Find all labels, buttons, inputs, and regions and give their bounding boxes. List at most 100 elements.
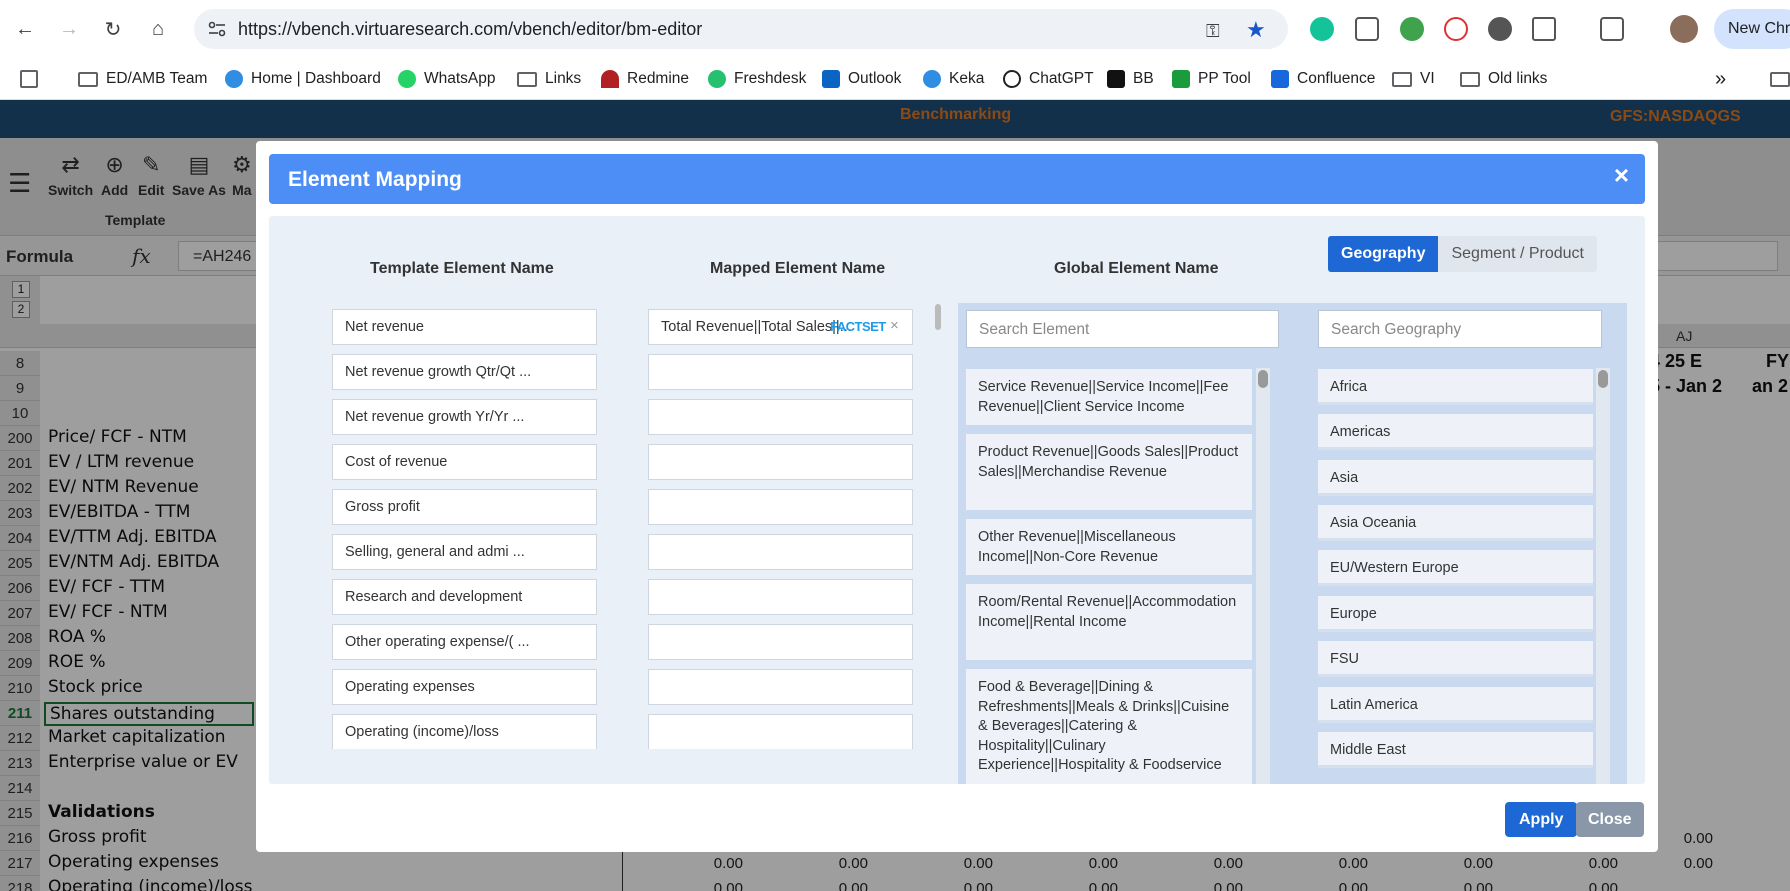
extension-icon[interactable] (1400, 17, 1424, 41)
global-element-item[interactable]: Service Revenue||Service Income||Fee Rev… (966, 369, 1252, 425)
tab-segment-product[interactable]: Segment / Product (1438, 236, 1597, 272)
downloads-icon[interactable] (1600, 17, 1624, 41)
key-icon[interactable]: ⚿ (1206, 21, 1220, 42)
global-element-item[interactable]: Food & Beverage||Dining & Refreshments||… (966, 669, 1252, 784)
close-icon[interactable]: × (1614, 160, 1629, 191)
template-element[interactable]: Net revenue (332, 309, 597, 345)
bookmark-old-links[interactable]: Old links (1460, 66, 1547, 92)
bookmark-label: Keka (949, 70, 985, 87)
forward-icon[interactable]: → (54, 14, 84, 44)
geography-item[interactable]: Asia Oceania (1318, 505, 1593, 541)
bookmark-label: WhatsApp (424, 70, 496, 87)
bookmark-confluence[interactable]: Confluence (1271, 66, 1375, 92)
geography-item[interactable]: Europe (1318, 596, 1593, 632)
mapped-element-drop[interactable] (648, 624, 913, 660)
mapped-element-drop[interactable] (648, 714, 913, 749)
bookmark-vi[interactable]: VI (1392, 66, 1435, 92)
geography-item[interactable]: Middle East (1318, 732, 1593, 768)
template-element[interactable]: Gross profit (332, 489, 597, 525)
apply-button[interactable]: Apply (1505, 802, 1578, 837)
bookmark-label: Links (545, 70, 582, 87)
more-bookmarks-icon[interactable]: » (1715, 66, 1726, 92)
bookmark-whatsapp[interactable]: WhatsApp (398, 66, 496, 92)
bookmark-ed-amb-team[interactable]: ED/AMB Team (78, 66, 207, 92)
bookmarks-bar: ED/AMB Team Home | Dashboard WhatsApp Li… (0, 58, 1790, 100)
scroll-thumb[interactable] (1258, 370, 1268, 388)
bookmark-label: Redmine (627, 70, 690, 87)
folder-icon (78, 71, 98, 87)
mapped-column-header: Mapped Element Name (710, 260, 886, 277)
bookmark-bb[interactable]: BB (1107, 66, 1154, 92)
mapped-element-drop[interactable] (648, 579, 913, 615)
address-bar[interactable]: https://vbench.virtuaresearch.com/vbench… (194, 9, 1288, 49)
extension-icon[interactable] (1488, 17, 1512, 41)
template-element[interactable]: Research and development (332, 579, 597, 615)
tab-geography[interactable]: Geography (1328, 236, 1439, 272)
bookmark-redmine[interactable]: Redmine (601, 66, 689, 92)
apps-icon[interactable] (20, 66, 38, 92)
mapped-element-list[interactable]: Total Revenue||Total Sales||... FACTSET … (648, 309, 933, 749)
mapped-element-drop[interactable] (648, 534, 913, 570)
remove-mapping-icon[interactable]: × (890, 317, 899, 334)
element-mapping-dialog: Element Mapping × Template Element Name … (256, 141, 1658, 852)
mapped-element-drop[interactable] (648, 444, 913, 480)
global-element-item[interactable]: Room/Rental Revenue||Accommodation Incom… (966, 584, 1252, 660)
extension-icon[interactable] (1355, 17, 1379, 41)
grammarly-icon[interactable] (1310, 17, 1334, 41)
bookmark-freshdesk[interactable]: Freshdesk (708, 66, 806, 92)
mapped-element-drop[interactable] (648, 489, 913, 525)
global-element-list[interactable]: Service Revenue||Service Income||Fee Rev… (966, 369, 1252, 784)
geography-item[interactable]: Americas (1318, 414, 1593, 450)
template-element[interactable]: Other operating expense/( ... (332, 624, 597, 660)
back-icon[interactable]: ← (10, 14, 40, 44)
global-element-item[interactable]: Product Revenue||Goods Sales||Product Sa… (966, 434, 1252, 510)
redmine-icon (601, 70, 619, 88)
template-element[interactable]: Cost of revenue (332, 444, 597, 480)
mapped-list-scrollbar[interactable] (935, 304, 941, 330)
mapped-element-drop[interactable] (648, 399, 913, 435)
global-element-item[interactable]: Other Revenue||Miscellaneous Income||Non… (966, 519, 1252, 575)
bookmark-home-dashboard[interactable]: Home | Dashboard (225, 66, 381, 92)
geography-item[interactable]: EU/Western Europe (1318, 550, 1593, 586)
bookmark-pp-tool[interactable]: PP Tool (1172, 66, 1251, 92)
scroll-thumb[interactable] (1598, 370, 1608, 388)
confluence-icon (1271, 70, 1289, 88)
geography-item[interactable]: Asia (1318, 460, 1593, 496)
url-text[interactable]: https://vbench.virtuaresearch.com/vbench… (238, 19, 702, 40)
mapped-element-drop[interactable] (648, 354, 913, 390)
bookmark-keka[interactable]: Keka (923, 66, 984, 92)
folder-icon (1460, 71, 1480, 87)
geography-item[interactable]: FSU (1318, 641, 1593, 677)
bookmark-label: PP Tool (1198, 70, 1251, 87)
all-bookmarks-icon[interactable] (1770, 66, 1790, 92)
bookmark-outlook[interactable]: Outlook (822, 66, 901, 92)
geography-item[interactable]: Africa (1318, 369, 1593, 405)
avatar[interactable] (1670, 15, 1698, 43)
record-icon[interactable] (1444, 17, 1468, 41)
bookmark-chatgpt[interactable]: ChatGPT (1003, 66, 1094, 92)
geography-list[interactable]: Africa Americas Asia Asia Oceania EU/Wes… (1318, 369, 1594, 784)
site-settings-icon[interactable] (208, 21, 226, 37)
global-list-scrollbar[interactable] (1256, 368, 1270, 784)
template-element[interactable]: Operating expenses (332, 669, 597, 705)
geography-list-scrollbar[interactable] (1596, 368, 1610, 784)
search-element-input[interactable]: Search Element (966, 310, 1279, 348)
template-element[interactable]: Net revenue growth Yr/Yr ... (332, 399, 597, 435)
template-element-list[interactable]: Net revenue Net revenue growth Qtr/Qt ..… (332, 309, 602, 749)
geography-item[interactable]: Latin America (1318, 687, 1593, 723)
new-chrome-button[interactable]: New Chro (1714, 9, 1790, 49)
close-button[interactable]: Close (1576, 802, 1644, 837)
search-geography-input[interactable]: Search Geography (1318, 310, 1602, 348)
tab-group: Geography Segment / Product (1328, 236, 1597, 272)
template-element[interactable]: Net revenue growth Qtr/Qt ... (332, 354, 597, 390)
mapped-element-drop[interactable] (648, 669, 913, 705)
template-element[interactable]: Operating (income)/loss (332, 714, 597, 749)
reload-icon[interactable]: ↻ (98, 14, 128, 44)
whatsapp-icon (398, 70, 416, 88)
bookmark-links[interactable]: Links (517, 66, 581, 92)
puzzle-icon[interactable] (1532, 17, 1556, 41)
mapped-element-drop[interactable]: Total Revenue||Total Sales||... FACTSET … (648, 309, 913, 345)
bookmark-star-icon[interactable]: ★ (1246, 17, 1266, 43)
template-element[interactable]: Selling, general and admi ... (332, 534, 597, 570)
home-icon[interactable]: ⌂ (143, 14, 173, 44)
